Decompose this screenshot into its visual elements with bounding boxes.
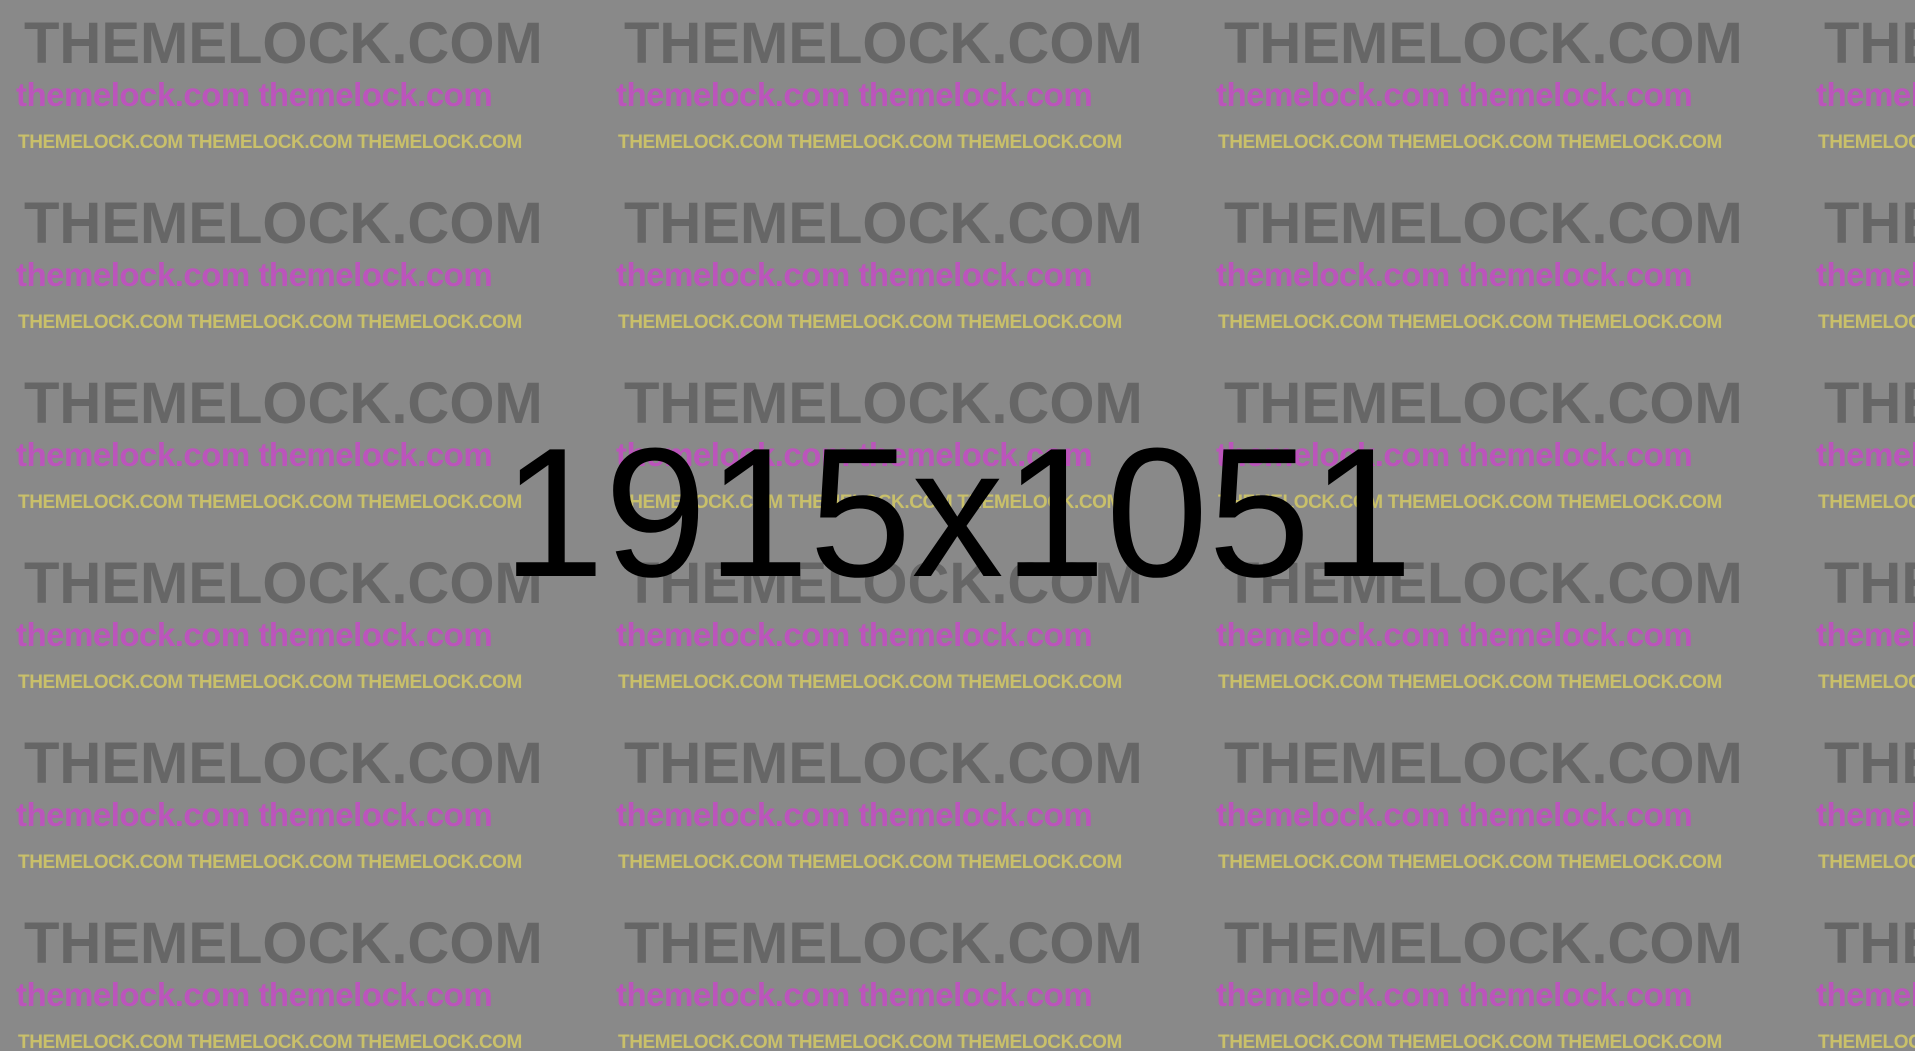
watermark-large-text: THEMELOCK.COM [24, 911, 543, 976]
watermark-medium-text: themelock.com themelock.com [1216, 256, 1693, 293]
watermark-block: THEMELOCK.COMthemelock.com themelock.com… [1800, 720, 1915, 900]
watermark-small-text: THEMELOCK.COM THEMELOCK.COM THEMELOCK.CO… [1218, 312, 1722, 333]
watermark-small-text: THEMELOCK.COM THEMELOCK.COM THEMELOCK.CO… [618, 1032, 1122, 1051]
watermark-large-text: THEMELOCK.COM [1824, 191, 1915, 256]
watermark-large-text: THEMELOCK.COM [24, 11, 543, 76]
watermark-medium-text: themelock.com themelock.com [1816, 616, 1915, 653]
watermark-block: THEMELOCK.COMthemelock.com themelock.com… [1800, 0, 1915, 180]
watermark-medium-text: themelock.com themelock.com [1816, 256, 1915, 293]
watermark-large-text: THEMELOCK.COM [1224, 731, 1743, 796]
watermark-small-text: THEMELOCK.COM THEMELOCK.COM THEMELOCK.CO… [1818, 132, 1915, 153]
watermark-medium-text: themelock.com themelock.com [616, 616, 1093, 653]
watermark-block: THEMELOCK.COMthemelock.com themelock.com… [600, 180, 1200, 360]
watermark-medium-text: themelock.com themelock.com [616, 256, 1093, 293]
watermark-small-text: THEMELOCK.COM THEMELOCK.COM THEMELOCK.CO… [618, 672, 1122, 693]
watermark-large-text: THEMELOCK.COM [1824, 911, 1915, 976]
watermark-block: THEMELOCK.COMthemelock.com themelock.com… [0, 720, 600, 900]
watermark-medium-text: themelock.com themelock.com [1816, 76, 1915, 113]
watermark-medium-text: themelock.com themelock.com [16, 616, 493, 653]
watermark-medium-text: themelock.com themelock.com [1216, 616, 1693, 653]
watermark-medium-text: themelock.com themelock.com [1816, 976, 1915, 1013]
watermark-block: THEMELOCK.COMthemelock.com themelock.com… [600, 0, 1200, 180]
watermark-medium-text: themelock.com themelock.com [1816, 796, 1915, 833]
watermark-small-text: THEMELOCK.COM THEMELOCK.COM THEMELOCK.CO… [618, 852, 1122, 873]
watermark-small-text: THEMELOCK.COM THEMELOCK.COM THEMELOCK.CO… [18, 132, 522, 153]
watermark-block: THEMELOCK.COMthemelock.com themelock.com… [0, 0, 600, 180]
watermark-small-text: THEMELOCK.COM THEMELOCK.COM THEMELOCK.CO… [1818, 672, 1915, 693]
watermark-small-text: THEMELOCK.COM THEMELOCK.COM THEMELOCK.CO… [1218, 1032, 1722, 1051]
watermark-block: THEMELOCK.COMthemelock.com themelock.com… [1200, 900, 1800, 1051]
watermark-block: THEMELOCK.COMthemelock.com themelock.com… [1200, 0, 1800, 180]
watermark-small-text: THEMELOCK.COM THEMELOCK.COM THEMELOCK.CO… [18, 672, 522, 693]
watermark-medium-text: themelock.com themelock.com [16, 796, 493, 833]
watermark-small-text: THEMELOCK.COM THEMELOCK.COM THEMELOCK.CO… [1218, 132, 1722, 153]
watermark-large-text: THEMELOCK.COM [24, 731, 543, 796]
watermark-large-text: THEMELOCK.COM [1224, 11, 1743, 76]
watermark-small-text: THEMELOCK.COM THEMELOCK.COM THEMELOCK.CO… [1218, 852, 1722, 873]
watermark-small-text: THEMELOCK.COM THEMELOCK.COM THEMELOCK.CO… [18, 852, 522, 873]
watermark-large-text: THEMELOCK.COM [624, 191, 1143, 256]
dimension-label: 1915x1051 [502, 409, 1413, 615]
watermark-small-text: THEMELOCK.COM THEMELOCK.COM THEMELOCK.CO… [18, 312, 522, 333]
watermark-small-text: THEMELOCK.COM THEMELOCK.COM THEMELOCK.CO… [1818, 1032, 1915, 1051]
watermark-small-text: THEMELOCK.COM THEMELOCK.COM THEMELOCK.CO… [618, 132, 1122, 153]
watermark-small-text: THEMELOCK.COM THEMELOCK.COM THEMELOCK.CO… [1818, 312, 1915, 333]
watermark-medium-text: themelock.com themelock.com [616, 76, 1093, 113]
watermark-block: THEMELOCK.COMthemelock.com themelock.com… [0, 180, 600, 360]
watermark-block: THEMELOCK.COMthemelock.com themelock.com… [1200, 180, 1800, 360]
watermark-medium-text: themelock.com themelock.com [16, 976, 493, 1013]
watermark-medium-text: themelock.com themelock.com [16, 76, 493, 113]
watermark-large-text: THEMELOCK.COM [624, 731, 1143, 796]
watermark-medium-text: themelock.com themelock.com [616, 796, 1093, 833]
watermark-small-text: THEMELOCK.COM THEMELOCK.COM THEMELOCK.CO… [618, 312, 1122, 333]
watermark-small-text: THEMELOCK.COM THEMELOCK.COM THEMELOCK.CO… [1818, 852, 1915, 873]
watermark-block: THEMELOCK.COMthemelock.com themelock.com… [1800, 180, 1915, 360]
watermark-medium-text: themelock.com themelock.com [616, 976, 1093, 1013]
watermark-small-text: THEMELOCK.COM THEMELOCK.COM THEMELOCK.CO… [1218, 672, 1722, 693]
watermark-large-text: THEMELOCK.COM [1224, 191, 1743, 256]
watermark-large-text: THEMELOCK.COM [624, 911, 1143, 976]
watermark-large-text: THEMELOCK.COM [1824, 11, 1915, 76]
watermark-small-text: THEMELOCK.COM THEMELOCK.COM THEMELOCK.CO… [18, 1032, 522, 1051]
watermark-medium-text: themelock.com themelock.com [1216, 76, 1693, 113]
watermark-block: THEMELOCK.COMthemelock.com themelock.com… [600, 720, 1200, 900]
watermark-medium-text: themelock.com themelock.com [1216, 976, 1693, 1013]
watermark-medium-text: themelock.com themelock.com [1216, 796, 1693, 833]
watermark-block: THEMELOCK.COMthemelock.com themelock.com… [600, 900, 1200, 1051]
watermark-large-text: THEMELOCK.COM [24, 191, 543, 256]
watermark-large-text: THEMELOCK.COM [1824, 731, 1915, 796]
watermark-medium-text: themelock.com themelock.com [16, 256, 493, 293]
watermark-large-text: THEMELOCK.COM [624, 11, 1143, 76]
watermark-block: THEMELOCK.COMthemelock.com themelock.com… [1200, 720, 1800, 900]
watermark-large-text: THEMELOCK.COM [1224, 911, 1743, 976]
watermark-block: THEMELOCK.COMthemelock.com themelock.com… [1800, 900, 1915, 1051]
watermark-block: THEMELOCK.COMthemelock.com themelock.com… [0, 900, 600, 1051]
